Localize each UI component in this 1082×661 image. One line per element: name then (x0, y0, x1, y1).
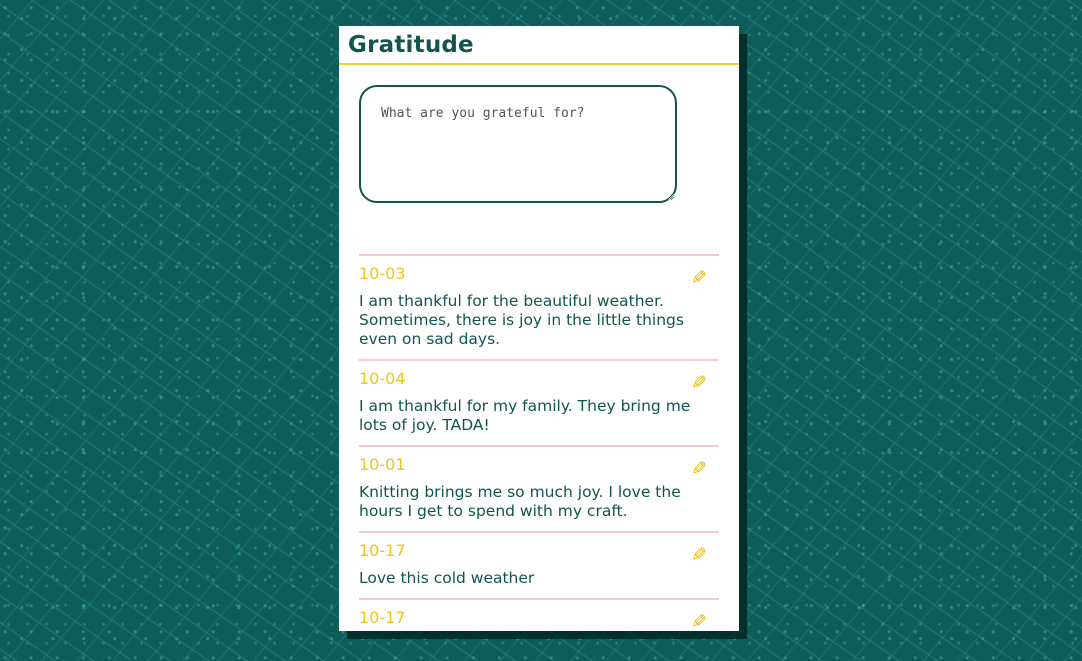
pencil-icon[interactable]: ✎ (687, 544, 707, 566)
entry-date: 10-01 (359, 455, 406, 474)
list-item: 10-04 ✎ I am thankful for my family. The… (359, 359, 719, 445)
list-item: 10-03 ✎ I am thankful for the beautiful … (359, 254, 719, 359)
page-title: Gratitude (348, 32, 474, 58)
entry-date: 10-03 (359, 264, 406, 283)
entry-list: 10-03 ✎ I am thankful for the beautiful … (359, 254, 719, 631)
header: Gratitude (339, 26, 739, 65)
pencil-icon[interactable]: ✎ (687, 611, 707, 631)
gratitude-input[interactable] (359, 85, 677, 203)
entry-date: 10-04 (359, 369, 406, 388)
gratitude-card: Gratitude 10-03 ✎ I am thankful for the … (339, 26, 739, 631)
entry-text: I am thankful for my family. They bring … (359, 397, 691, 434)
list-item: 10-17 ✎ (359, 598, 719, 631)
entry-date: 10-17 (359, 608, 406, 627)
pencil-icon[interactable]: ✎ (687, 458, 707, 480)
entry-text: Knitting brings me so much joy. I love t… (359, 483, 681, 520)
list-item: 10-17 ✎ Love this cold weather (359, 531, 719, 598)
pencil-icon[interactable]: ✎ (687, 372, 707, 394)
entry-date: 10-17 (359, 541, 406, 560)
list-item: 10-01 ✎ Knitting brings me so much joy. … (359, 445, 719, 531)
pencil-icon[interactable]: ✎ (687, 267, 707, 289)
entry-text: I am thankful for the beautiful weather.… (359, 292, 684, 348)
entry-text: Love this cold weather (359, 569, 535, 587)
entry-form (339, 65, 739, 207)
